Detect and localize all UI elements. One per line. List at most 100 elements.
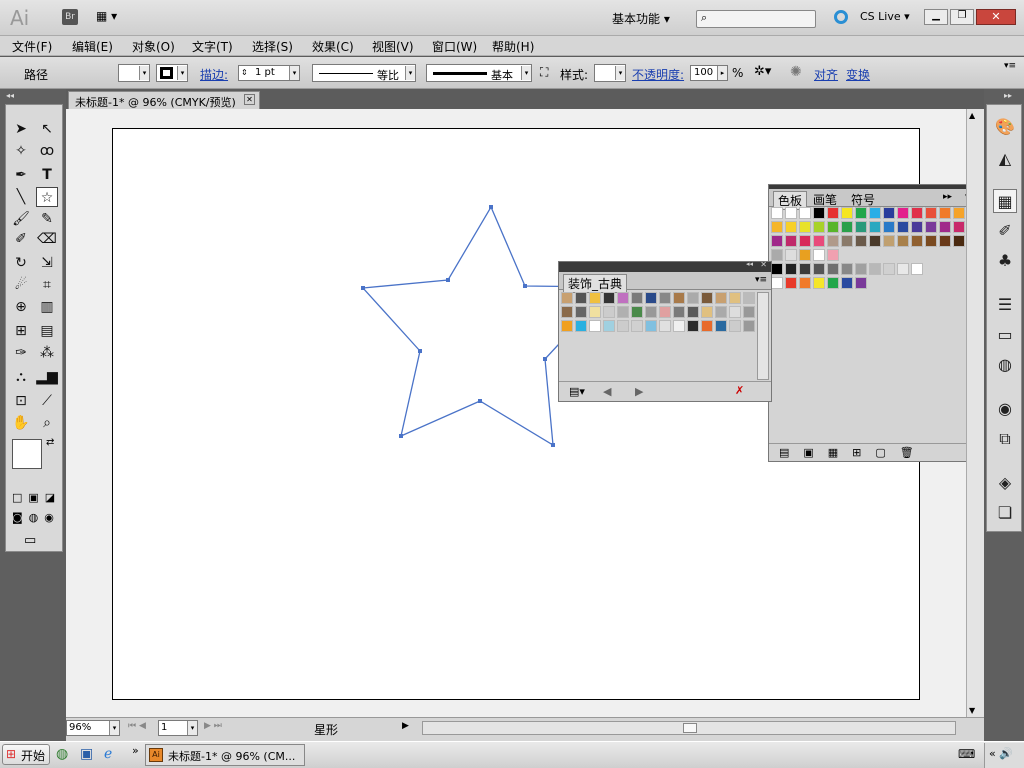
swatch[interactable] (785, 277, 797, 289)
start-button[interactable]: ⊞ 开始 (2, 744, 50, 765)
swatch[interactable] (827, 263, 839, 275)
pattern-swatch[interactable] (561, 320, 573, 332)
ie-quicklaunch-icon[interactable]: ℯ (104, 746, 112, 762)
swatch[interactable] (883, 263, 895, 275)
pattern-swatch[interactable] (659, 320, 671, 332)
swatch[interactable] (785, 263, 797, 275)
browser-quicklaunch-icon[interactable]: ◍ (56, 746, 68, 762)
system-tray[interactable]: « 🔊 (984, 743, 1024, 768)
pattern-swatch[interactable] (673, 306, 685, 318)
pattern-swatch[interactable] (645, 292, 657, 304)
next-library-icon[interactable]: ▶ (635, 385, 643, 398)
swatch[interactable] (925, 207, 937, 219)
scroll-up-icon[interactable]: ▲ (969, 111, 975, 120)
swatch[interactable] (925, 235, 937, 247)
pattern-swatch[interactable] (659, 292, 671, 304)
artboards-panel-icon[interactable]: ❏ (993, 501, 1017, 525)
swatch[interactable] (911, 263, 923, 275)
symbols-panel-icon[interactable]: ♣ (993, 249, 1017, 273)
pattern-swatch[interactable] (673, 320, 685, 332)
collapse-library-icon[interactable]: ◂◂ (746, 260, 753, 268)
library-panel-title[interactable]: 装饰_古典 (563, 274, 628, 293)
swatch[interactable] (855, 263, 867, 275)
expand-panel-icon[interactable]: ▸▸ (943, 192, 952, 202)
pattern-swatch[interactable] (631, 292, 643, 304)
speaker-icon[interactable]: 🔊 (999, 747, 1013, 760)
swatch[interactable] (911, 221, 923, 233)
swatch[interactable] (897, 221, 909, 233)
quicklaunch-more-icon[interactable]: » (132, 744, 139, 757)
pattern-swatch[interactable] (575, 306, 587, 318)
swatch[interactable] (841, 263, 853, 275)
swatch[interactable] (799, 235, 811, 247)
swatch[interactable] (771, 249, 783, 261)
swatch[interactable] (785, 221, 797, 233)
pattern-swatch[interactable] (687, 320, 699, 332)
last-artboard-icon[interactable]: ▶ ⏭ (204, 721, 222, 731)
pattern-swatch[interactable] (561, 306, 573, 318)
zoom-level-field[interactable]: 96% ▾ (66, 720, 120, 736)
swatch[interactable] (771, 277, 783, 289)
keyboard-tray-icon[interactable]: ⌨ (958, 747, 975, 761)
taskbar-illustrator-button[interactable]: Ai 未标题-1* @ 96% (CM... (145, 744, 305, 766)
pattern-swatch[interactable] (631, 306, 643, 318)
swatch[interactable] (785, 235, 797, 247)
swatches-panel-icon[interactable]: ▦ (993, 189, 1017, 213)
swatch[interactable] (785, 249, 797, 261)
swatch[interactable] (813, 263, 825, 275)
pattern-swatch[interactable] (589, 306, 601, 318)
swatch[interactable] (953, 207, 965, 219)
swatch[interactable] (799, 277, 811, 289)
swatch[interactable] (883, 207, 895, 219)
pattern-swatch[interactable] (743, 320, 755, 332)
tab-brushes[interactable]: 画笔 (813, 191, 837, 208)
swatch[interactable] (827, 207, 839, 219)
swatch[interactable] (897, 263, 909, 275)
pattern-swatch[interactable] (673, 292, 685, 304)
swatch[interactable] (855, 207, 867, 219)
pattern-swatch[interactable] (729, 292, 741, 304)
library-menu-button-icon[interactable]: ▤▾ (569, 385, 585, 398)
pattern-swatch[interactable] (631, 320, 643, 332)
pattern-swatch[interactable] (603, 306, 615, 318)
pattern-swatch[interactable] (617, 292, 629, 304)
swatch[interactable] (827, 249, 839, 261)
swatch[interactable] (813, 249, 825, 261)
swatch[interactable] (883, 221, 895, 233)
swatch[interactable] (855, 277, 867, 289)
swatch[interactable] (841, 235, 853, 247)
swatch[interactable] (785, 207, 797, 219)
horizontal-scroll-thumb[interactable] (683, 723, 697, 733)
swatch[interactable] (827, 221, 839, 233)
pattern-swatch[interactable] (617, 320, 629, 332)
expand-dock-icon[interactable]: ▸▸ (1004, 91, 1012, 100)
swatch[interactable] (925, 221, 937, 233)
pattern-swatch[interactable] (701, 306, 713, 318)
pattern-swatch[interactable] (659, 306, 671, 318)
swatch[interactable] (953, 235, 965, 247)
swatch[interactable] (869, 207, 881, 219)
swatch[interactable] (771, 235, 783, 247)
swatch[interactable] (869, 263, 881, 275)
appearance-panel-icon[interactable]: ◉ (993, 397, 1017, 421)
color-guide-icon[interactable]: ◭ (993, 147, 1017, 171)
status-menu-icon[interactable]: ▶ (402, 721, 409, 731)
pattern-swatch[interactable] (589, 320, 601, 332)
swatch[interactable] (841, 207, 853, 219)
pattern-swatch[interactable] (729, 320, 741, 332)
pattern-swatch[interactable] (729, 306, 741, 318)
pattern-swatch[interactable] (701, 320, 713, 332)
pattern-swatch[interactable] (701, 292, 713, 304)
horizontal-scrollbar[interactable] (422, 721, 956, 735)
previous-library-icon[interactable]: ◀ (603, 385, 611, 398)
close-library-icon[interactable]: ✕ (760, 260, 767, 269)
brushes-panel-icon[interactable]: ✐ (993, 219, 1017, 243)
swatch[interactable] (771, 221, 783, 233)
swatch[interactable] (771, 207, 783, 219)
graphic-styles-icon[interactable]: ⧉ (993, 427, 1017, 451)
swatch[interactable] (897, 235, 909, 247)
swatch[interactable] (799, 207, 811, 219)
pattern-swatch[interactable] (687, 292, 699, 304)
pattern-swatch[interactable] (715, 306, 727, 318)
pattern-swatch[interactable] (617, 306, 629, 318)
